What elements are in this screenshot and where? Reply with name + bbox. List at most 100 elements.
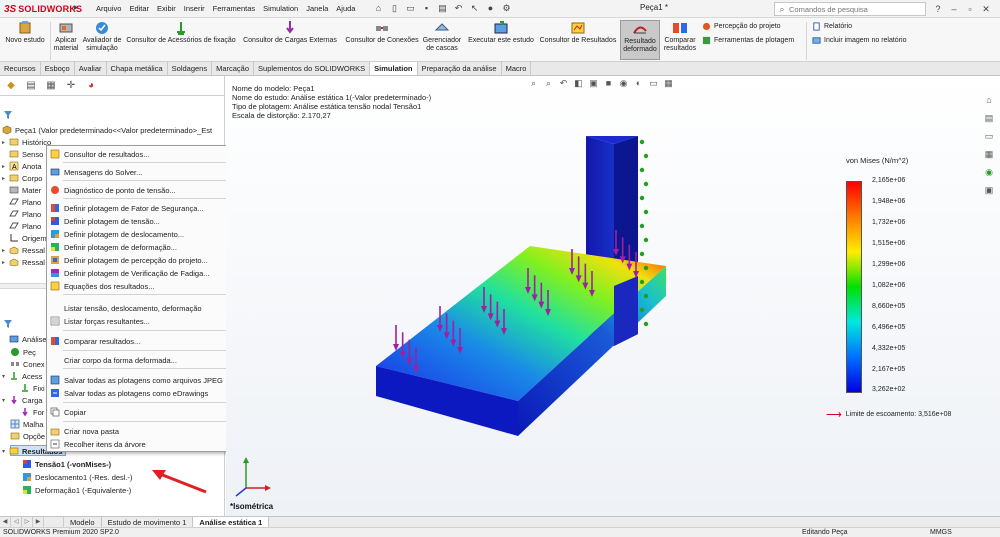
section-view-icon[interactable]: ◧: [573, 78, 584, 89]
graphics-area[interactable]: ⌕ ⌕ ↶ ◧ ▣ ■ ◉ ◐ ▭ ▦ Nome do modelo: Peça…: [226, 76, 1000, 516]
tab-estudo-movimento[interactable]: Estudo de movimento 1: [102, 517, 194, 527]
property-manager-tab-icon[interactable]: ▤: [24, 79, 38, 93]
menu-ferramentas[interactable]: Ferramentas: [209, 0, 260, 18]
collapse-icon[interactable]: ▾: [2, 397, 9, 404]
result-stress[interactable]: Tensão1 (-vonMises-): [22, 458, 111, 470]
resources-tab-icon[interactable]: ⌂: [983, 94, 995, 106]
menu-plotagem-tensao[interactable]: Definir plotagem de tensão...: [47, 215, 242, 227]
undo-icon[interactable]: ↶: [452, 2, 465, 15]
result-displacement[interactable]: Deslocamento1 (-Res. desl.-): [22, 471, 133, 483]
consultor-conexoes-button[interactable]: Consultor de Conexões: [342, 20, 422, 45]
search-input[interactable]: [789, 4, 919, 14]
menu-exibir[interactable]: Exibir: [153, 0, 180, 18]
zoom-fit-icon[interactable]: ⌕: [528, 78, 539, 89]
percepcao-projeto-button[interactable]: Percepção do projeto: [702, 22, 781, 31]
menu-listar-forcas[interactable]: Listar forças resultantes...: [47, 315, 242, 327]
tab-avaliar[interactable]: Avaliar: [75, 62, 107, 75]
expand-icon[interactable]: ▸: [2, 163, 9, 170]
ferramentas-plotagem-button[interactable]: Ferramentas de plotagem: [702, 36, 794, 45]
sim-tree-connections[interactable]: Conex: [10, 358, 45, 370]
appearance-icon[interactable]: ◐: [633, 78, 644, 89]
menu-simulation[interactable]: Simulation: [259, 0, 302, 18]
resultado-deformado-button[interactable]: Resultado deformado: [620, 20, 660, 60]
expand-icon[interactable]: ▸: [2, 247, 9, 254]
comparar-resultados-button[interactable]: Comparar resultados: [662, 20, 698, 53]
sim-tree-options[interactable]: Opçõe: [10, 430, 45, 442]
status-units[interactable]: MMGS: [930, 528, 952, 537]
tab-modelo[interactable]: Modelo: [64, 517, 102, 527]
expand-icon[interactable]: ▸: [2, 259, 9, 266]
tab-esboco[interactable]: Esboço: [41, 62, 75, 75]
tab-analise-estatica[interactable]: Análise estática 1: [193, 517, 270, 527]
view-palette-tab-icon[interactable]: ▦: [983, 148, 995, 160]
sim-tree-fixtures[interactable]: ▾ Acess: [2, 370, 42, 382]
display-manager-tab-icon[interactable]: ◕: [84, 79, 98, 93]
options-icon[interactable]: ⚙: [500, 2, 513, 15]
incluir-imagem-button[interactable]: Incluir imagem no relatório: [812, 36, 906, 45]
display-style-icon[interactable]: ■: [603, 78, 614, 89]
menu-recolher-itens[interactable]: Recolher itens da árvore: [47, 438, 242, 450]
menu-criar-pasta[interactable]: Criar nova pasta: [47, 425, 242, 437]
home-icon[interactable]: ⌂: [372, 2, 385, 15]
menu-expand-icon[interactable]: ▸: [74, 2, 86, 16]
tab-simulation[interactable]: Simulation: [370, 62, 418, 75]
avaliador-simulacao-button[interactable]: Avaliador de simulação: [82, 20, 122, 53]
last-tab-icon[interactable]: ▶: [33, 517, 44, 527]
appearances-tab-icon[interactable]: ◉: [983, 166, 995, 178]
menu-plotagem-fadiga[interactable]: Definir plotagem de Verificação de Fadig…: [47, 267, 242, 279]
new-icon[interactable]: ▯: [388, 2, 401, 15]
rebuild-icon[interactable]: ●: [484, 2, 497, 15]
collapse-icon[interactable]: ▾: [2, 373, 9, 380]
hide-show-icon[interactable]: ◉: [618, 78, 629, 89]
expand-icon[interactable]: ▸: [2, 139, 9, 146]
tree-item-plano-1[interactable]: Plano: [2, 196, 41, 208]
menu-criar-corpo-deformado[interactable]: Criar corpo da forma deformada...: [47, 354, 242, 366]
menu-salvar-jpeg[interactable]: Salvar todas as plotagens como arquivos …: [47, 374, 242, 386]
tree-item-ressalto-2[interactable]: ▸ Ressal: [2, 256, 45, 268]
aplicar-material-button[interactable]: Aplicar material: [52, 20, 80, 53]
view-settings-icon[interactable]: ▦: [663, 78, 674, 89]
zoom-area-icon[interactable]: ⌕: [543, 78, 554, 89]
next-tab-icon[interactable]: ▷: [22, 517, 33, 527]
sim-tree-part[interactable]: Peç: [10, 346, 36, 358]
previous-view-icon[interactable]: ↶: [558, 78, 569, 89]
open-icon[interactable]: ▭: [404, 2, 417, 15]
sim-tree-mesh[interactable]: Malha: [10, 418, 43, 430]
novo-estudo-button[interactable]: Novo estudo: [4, 20, 46, 45]
select-icon[interactable]: ↖: [468, 2, 481, 15]
prev-tab-icon[interactable]: ◁: [11, 517, 22, 527]
restore-icon[interactable]: ▫: [962, 0, 978, 18]
configuration-manager-tab-icon[interactable]: ▦: [44, 79, 58, 93]
menu-equacoes-resultados[interactable]: Equações dos resultados...: [47, 280, 242, 292]
scene-icon[interactable]: ▭: [648, 78, 659, 89]
menu-plotagem-percepcao[interactable]: Definir plotagem de percepção do projeto…: [47, 254, 242, 266]
solidworks-logo[interactable]: 3S SOLIDWORKS: [4, 2, 82, 16]
consultor-cargas-button[interactable]: Consultor de Cargas Externas: [240, 20, 340, 45]
feature-tree-tab-icon[interactable]: ◆: [4, 79, 18, 93]
menu-editar[interactable]: Editar: [125, 0, 153, 18]
menu-consultor-resultados[interactable]: Consultor de resultados...: [47, 148, 242, 160]
menu-salvar-edrawings[interactable]: Salvar todas as plotagens como eDrawings: [47, 387, 242, 399]
menu-comparar-resultados[interactable]: Comparar resultados...: [47, 335, 242, 347]
first-tab-icon[interactable]: ◀: [0, 517, 11, 527]
relatorio-button[interactable]: Relatório: [812, 22, 852, 31]
menu-arquivo[interactable]: Arquivo: [92, 0, 125, 18]
custom-properties-tab-icon[interactable]: ▣: [983, 184, 995, 196]
tab-soldagens[interactable]: Soldagens: [168, 62, 213, 75]
tree-item-origem[interactable]: Origem: [2, 232, 47, 244]
menu-plotagem-fator-seguranca[interactable]: Definir plotagem de Fator de Segurança..…: [47, 202, 242, 214]
gerenciador-cascas-button[interactable]: Gerenciador de cascas: [420, 20, 464, 53]
consultor-resultados-button[interactable]: Consultor de Resultados: [538, 20, 618, 45]
tab-recursos[interactable]: Recursos: [0, 62, 41, 75]
dimxpert-tab-icon[interactable]: ✛: [64, 79, 78, 93]
print-icon[interactable]: ▤: [436, 2, 449, 15]
tree-item-corpos[interactable]: ▸ Corpo: [2, 172, 42, 184]
tab-preparacao-analise[interactable]: Preparação da análise: [418, 62, 502, 75]
menu-inserir[interactable]: Inserir: [180, 0, 209, 18]
result-strain[interactable]: Deformação1 (-Equivalente-): [22, 484, 131, 496]
command-search[interactable]: ⌕: [774, 2, 926, 16]
tree-item-sensores[interactable]: Senso: [2, 148, 43, 160]
file-explorer-tab-icon[interactable]: ▭: [983, 130, 995, 142]
sim-tree-force[interactable]: For: [20, 406, 44, 418]
menu-mensagens-solver[interactable]: Mensagens do Solver...: [47, 166, 242, 178]
